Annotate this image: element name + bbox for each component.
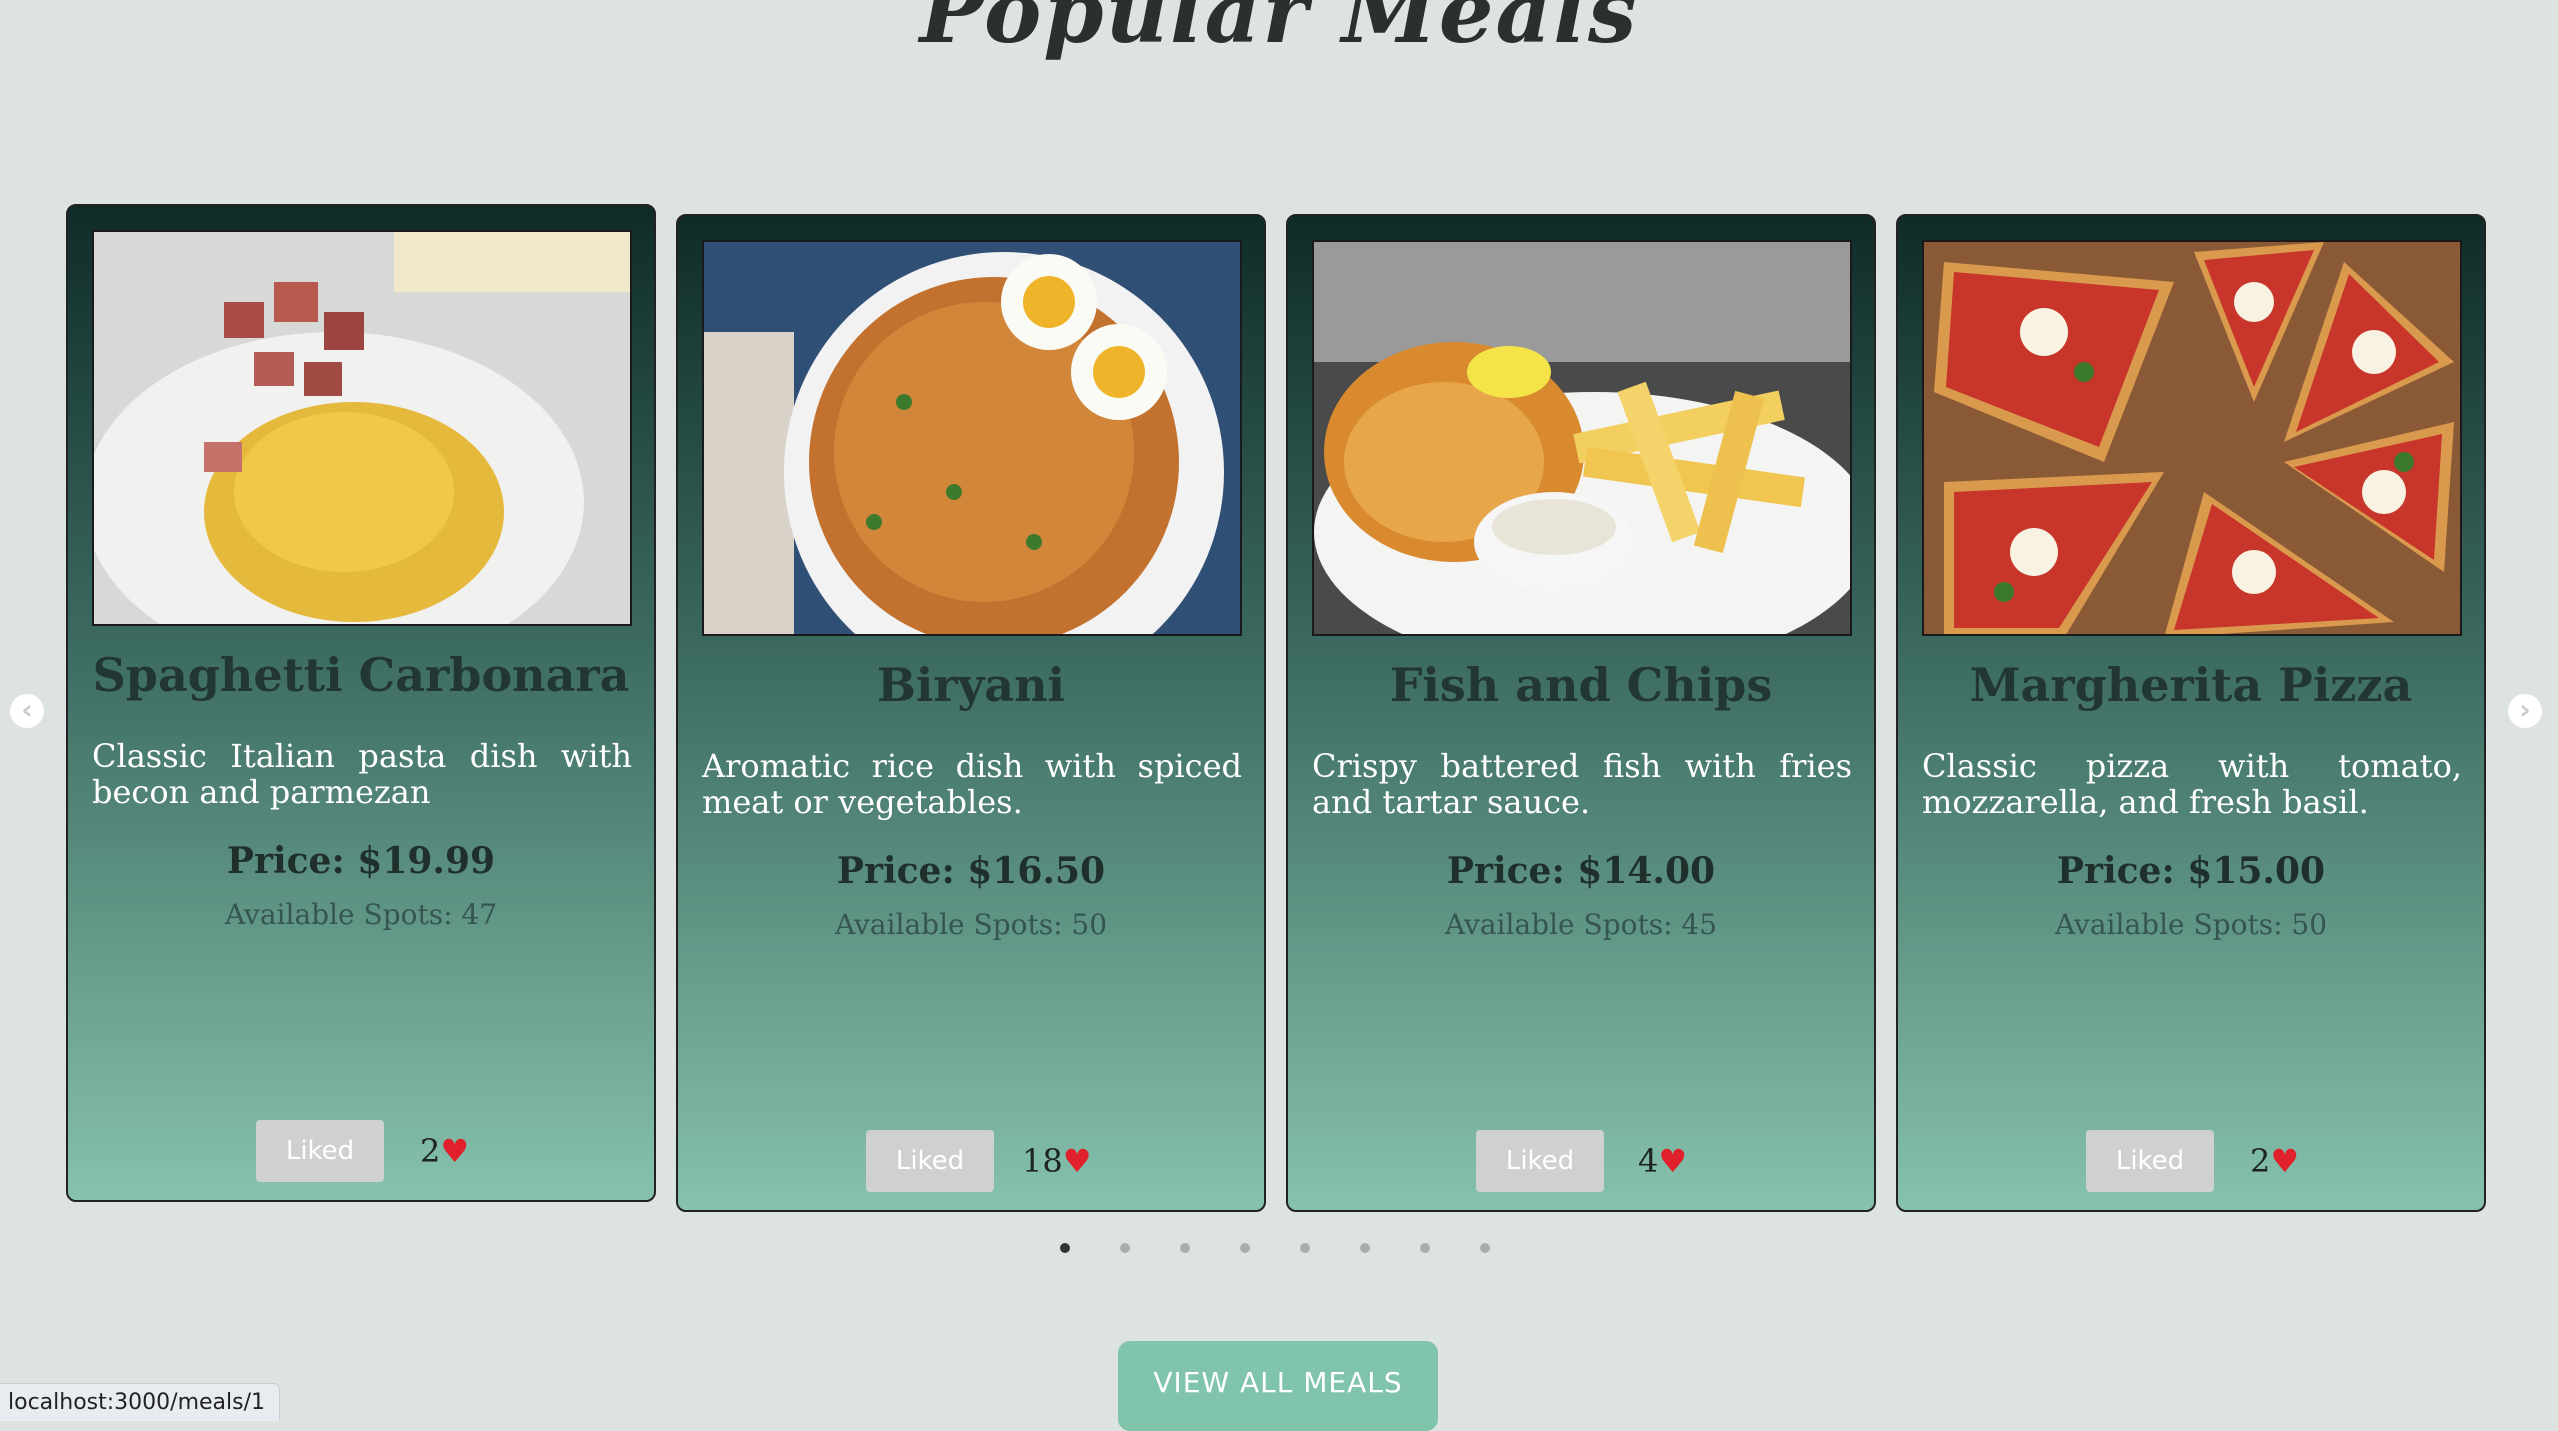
like-count: 2♥ [2250,1142,2299,1180]
page-title: Popular Meals [919,0,1639,63]
carousel-prev-button[interactable]: ‹ [10,694,44,728]
spaghetti-carbonara-photo[interactable] [92,230,632,626]
like-button[interactable]: Liked [1476,1130,1604,1192]
meal-name: Fish and Chips [1389,658,1773,712]
like-count-value: 4 [1638,1142,1659,1180]
meal-card-margherita-pizza[interactable]: Margherita Pizza Classic pizza with toma… [1896,214,2486,1212]
carousel-dot[interactable] [1480,1243,1490,1253]
meal-description: Classic pizza with tomato, mozzarella, a… [1922,747,2462,821]
meal-price: Price: $15.00 [2056,850,2326,892]
meal-description: Aromatic rice dish with spiced meat or v… [702,747,1242,821]
meal-price: Price: $16.50 [836,850,1106,892]
meal-price: Price: $19.99 [226,840,496,882]
meal-price: Price: $14.00 [1446,850,1716,892]
like-count: 4♥ [1638,1142,1687,1180]
meal-available-spots: Available Spots: 50 [2054,908,2328,941]
margherita-pizza-photo[interactable] [1922,240,2462,636]
heart-icon: ♥ [1062,1142,1092,1180]
like-button[interactable]: Liked [256,1120,384,1182]
status-bar-url: localhost:3000/meals/1 [0,1383,280,1421]
view-all-meals-button[interactable]: VIEW ALL MEALS [1118,1341,1438,1431]
carousel-next-button[interactable]: › [2508,694,2542,728]
carousel-dot[interactable] [1420,1243,1430,1253]
meal-description: Classic Italian pasta dish with becon an… [92,737,632,811]
meal-name: Spaghetti Carbonara [92,648,630,702]
chevron-right-icon: › [2519,693,2531,726]
carousel-dot[interactable] [1060,1243,1070,1253]
biryani-photo[interactable] [702,240,1242,636]
like-button[interactable]: Liked [866,1130,994,1192]
carousel-dot[interactable] [1120,1243,1130,1253]
meal-description: Crispy battered fish with fries and tart… [1312,747,1852,821]
heart-icon: ♥ [440,1132,470,1170]
meal-card-spaghetti-carbonara[interactable]: Spaghetti Carbonara Classic Italian past… [66,204,656,1202]
carousel-dot[interactable] [1360,1243,1370,1253]
heart-icon: ♥ [1658,1142,1688,1180]
meal-available-spots: Available Spots: 47 [224,898,498,931]
carousel-dot[interactable] [1240,1243,1250,1253]
carousel-pagination [1060,1243,1490,1253]
like-button[interactable]: Liked [2086,1130,2214,1192]
like-count-value: 18 [1022,1142,1063,1180]
meal-name: Margherita Pizza [1969,658,2413,712]
like-count: 18♥ [1022,1142,1091,1180]
carousel-dot[interactable] [1180,1243,1190,1253]
meal-card-biryani[interactable]: Biryani Aromatic rice dish with spiced m… [676,214,1266,1212]
chevron-left-icon: ‹ [21,693,33,726]
meal-name: Biryani [876,658,1066,712]
like-count-value: 2 [420,1132,441,1170]
meal-card-fish-and-chips[interactable]: Fish and Chips Crispy battered fish with… [1286,214,1876,1212]
meal-available-spots: Available Spots: 45 [1444,908,1718,941]
meal-available-spots: Available Spots: 50 [834,908,1108,941]
fish-and-chips-photo[interactable] [1312,240,1852,636]
carousel-dot[interactable] [1300,1243,1310,1253]
like-count: 2♥ [420,1132,469,1170]
heart-icon: ♥ [2270,1142,2300,1180]
like-count-value: 2 [2250,1142,2271,1180]
